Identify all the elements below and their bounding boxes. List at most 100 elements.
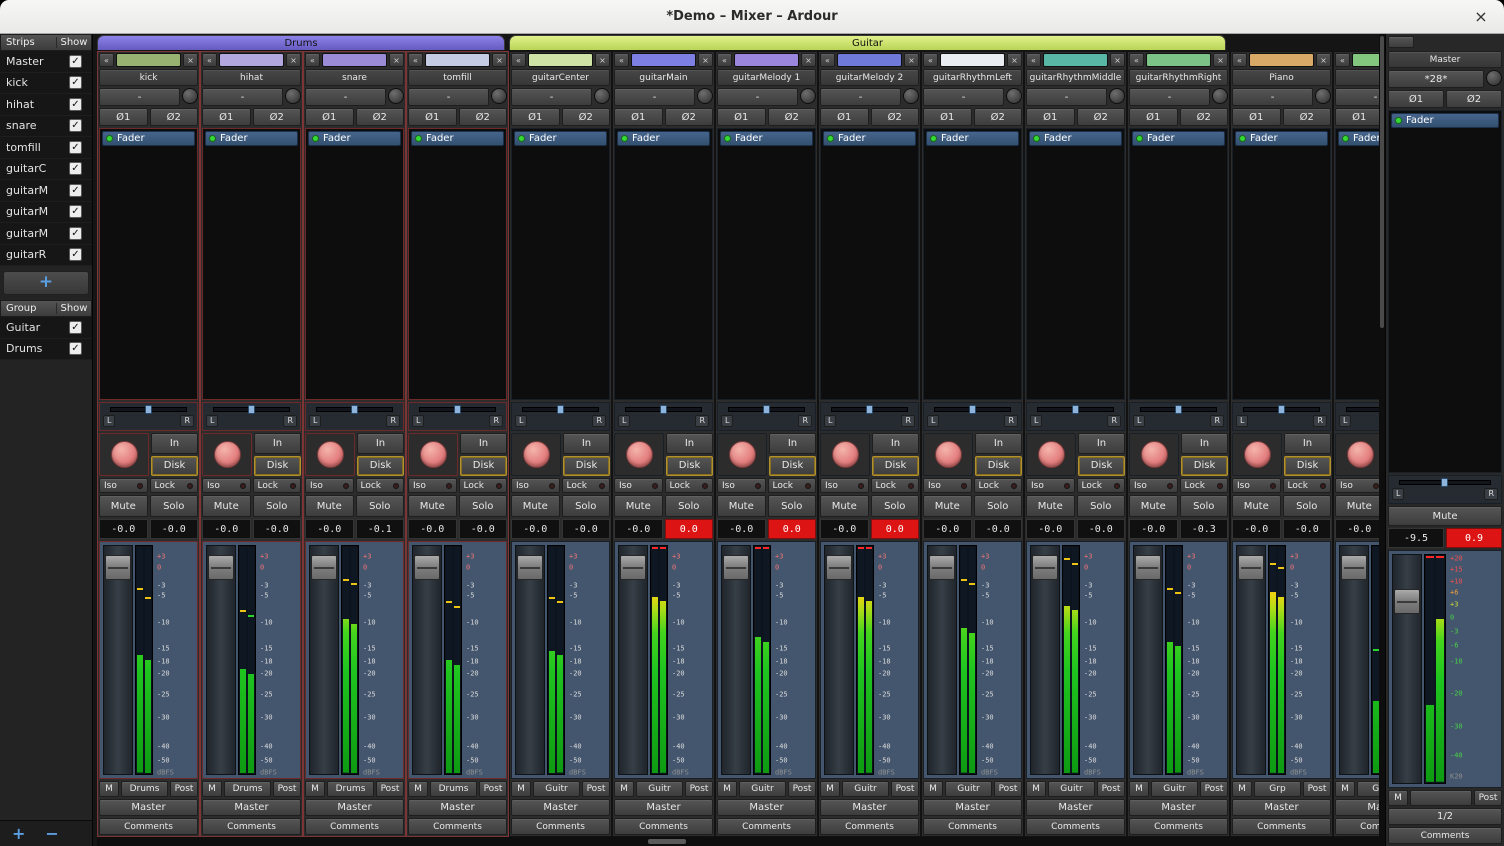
mute-button[interactable]: Mute	[614, 495, 663, 517]
phase-invert-1-button[interactable]: Ø1	[1232, 108, 1281, 126]
comments-button[interactable]: Comments	[614, 818, 713, 835]
output-button[interactable]: Master	[305, 799, 404, 816]
gain-fader[interactable]	[412, 545, 442, 775]
group-button[interactable]: Guitr	[739, 781, 786, 797]
record-enable-button[interactable]	[1141, 441, 1168, 468]
phase-invert-2-button[interactable]: Ø2	[356, 108, 405, 126]
metering-m-button[interactable]: M	[511, 781, 531, 797]
monitor-input-button[interactable]: In	[666, 433, 713, 454]
gain-display[interactable]: -0.0	[923, 519, 972, 539]
solo-button[interactable]: Solo	[1180, 495, 1229, 517]
monitor-disk-button[interactable]: Disk	[1284, 456, 1331, 477]
pan-control[interactable]: L R	[1232, 402, 1331, 431]
phase-invert-1-button[interactable]: Ø1	[1129, 108, 1178, 126]
input-trim-button[interactable]: -	[408, 88, 489, 106]
hscroll-handle[interactable]	[648, 839, 686, 844]
strip-close-icon[interactable]: ×	[389, 53, 404, 67]
gain-fader[interactable]	[515, 545, 545, 775]
trim-knob[interactable]	[594, 88, 610, 104]
master-fader-handle[interactable]	[1394, 589, 1420, 614]
solo-isolate-button[interactable]: Iso	[820, 478, 869, 493]
strip-close-icon[interactable]: ×	[904, 53, 919, 67]
group-tab-drums[interactable]: Drums	[97, 35, 505, 50]
strip-shrink-icon[interactable]: «	[202, 53, 217, 67]
trim-knob[interactable]	[1006, 88, 1022, 104]
strip-shrink-icon[interactable]: «	[305, 53, 320, 67]
mute-button[interactable]: Mute	[511, 495, 560, 517]
processor-active-led[interactable]	[930, 135, 937, 142]
phase-invert-2-button[interactable]: Ø2	[871, 108, 920, 126]
comments-button[interactable]: Comments	[305, 818, 404, 835]
monitor-input-button[interactable]: In	[1284, 433, 1331, 454]
visibility-checkbox[interactable]: ✓	[69, 184, 82, 197]
output-button[interactable]: Master	[408, 799, 507, 816]
comments-button[interactable]: Comments	[923, 818, 1022, 835]
trim-knob[interactable]	[285, 88, 301, 104]
fader-processor-entry[interactable]: Fader	[102, 131, 195, 146]
pan-handle[interactable]	[351, 405, 358, 414]
comments-button[interactable]: Comments	[1335, 818, 1379, 835]
visibility-checkbox[interactable]: ✓	[69, 162, 82, 175]
fader-processor-entry[interactable]: Fader	[1029, 131, 1122, 146]
pan-control[interactable]: L R	[408, 402, 507, 431]
fader-handle[interactable]	[723, 555, 749, 580]
master-phase-2-button[interactable]: Ø2	[1446, 90, 1502, 108]
meter-point-button[interactable]: Post	[273, 781, 301, 797]
trim-knob[interactable]	[697, 88, 713, 104]
strip-color-bar[interactable]	[528, 53, 593, 67]
master-fader-entry[interactable]: Fader	[1391, 113, 1499, 128]
input-trim-button[interactable]: -	[923, 88, 1004, 106]
solo-isolate-button[interactable]: Iso	[305, 478, 354, 493]
processor-active-led[interactable]	[1033, 135, 1040, 142]
gain-fader[interactable]	[721, 545, 751, 775]
input-trim-button[interactable]: -	[820, 88, 901, 106]
mute-button[interactable]: Mute	[202, 495, 251, 517]
trim-knob[interactable]	[388, 88, 404, 104]
fader-processor-entry[interactable]: Fader	[720, 131, 813, 146]
pan-control[interactable]: L R	[1335, 402, 1379, 431]
pan-control[interactable]: L R	[923, 402, 1022, 431]
fader-handle[interactable]	[929, 555, 955, 580]
comments-button[interactable]: Comments	[1129, 818, 1228, 835]
fader-handle[interactable]	[826, 555, 852, 580]
strip-name-button[interactable]: tomfill	[408, 69, 507, 86]
solo-button[interactable]: Solo	[253, 495, 302, 517]
group-button[interactable]: Guitr	[533, 781, 580, 797]
meter-point-button[interactable]: Post	[479, 781, 507, 797]
add-strip-button[interactable]: +	[3, 271, 89, 295]
trim-knob[interactable]	[1315, 88, 1331, 104]
phase-invert-1-button[interactable]: Ø1	[202, 108, 251, 126]
master-comments-button[interactable]: Comments	[1388, 827, 1502, 844]
strip-close-icon[interactable]: ×	[1213, 53, 1228, 67]
processor-active-led[interactable]	[106, 135, 113, 142]
comments-button[interactable]: Comments	[99, 818, 198, 835]
strip-color-bar[interactable]	[940, 53, 1005, 67]
strip-shrink-icon[interactable]: «	[511, 53, 526, 67]
record-enable-button[interactable]	[523, 441, 550, 468]
solo-isolate-button[interactable]: Iso	[614, 478, 663, 493]
meter-point-button[interactable]: Post	[170, 781, 198, 797]
meter-point-button[interactable]: Post	[1303, 781, 1331, 797]
mute-button[interactable]: Mute	[923, 495, 972, 517]
mute-button[interactable]: Mute	[1129, 495, 1178, 517]
processor-active-led[interactable]	[312, 135, 319, 142]
processor-box[interactable]: Fader	[1026, 128, 1125, 400]
phase-invert-1-button[interactable]: Ø1	[408, 108, 457, 126]
output-button[interactable]: Master	[511, 799, 610, 816]
master-gain-display[interactable]: -9.5	[1388, 528, 1444, 548]
metering-m-button[interactable]: M	[305, 781, 325, 797]
strip-name-button[interactable]: guitarRhythmMiddle	[1026, 69, 1125, 86]
master-trim-knob[interactable]	[1486, 70, 1502, 86]
pan-groove[interactable]	[213, 407, 290, 412]
peak-display[interactable]: -0.0	[974, 519, 1023, 539]
fader-processor-entry[interactable]: Fader	[205, 131, 298, 146]
gain-fader[interactable]	[618, 545, 648, 775]
mute-button[interactable]: Mute	[820, 495, 869, 517]
peak-display[interactable]: -0.0	[1077, 519, 1126, 539]
gain-fader[interactable]	[206, 545, 236, 775]
fader-handle[interactable]	[105, 555, 131, 580]
processor-box[interactable]: Fader	[1129, 128, 1228, 400]
vertical-scrollbar[interactable]	[1379, 34, 1385, 846]
gain-fader[interactable]	[1339, 545, 1369, 775]
add-group-button[interactable]: +	[12, 824, 25, 843]
